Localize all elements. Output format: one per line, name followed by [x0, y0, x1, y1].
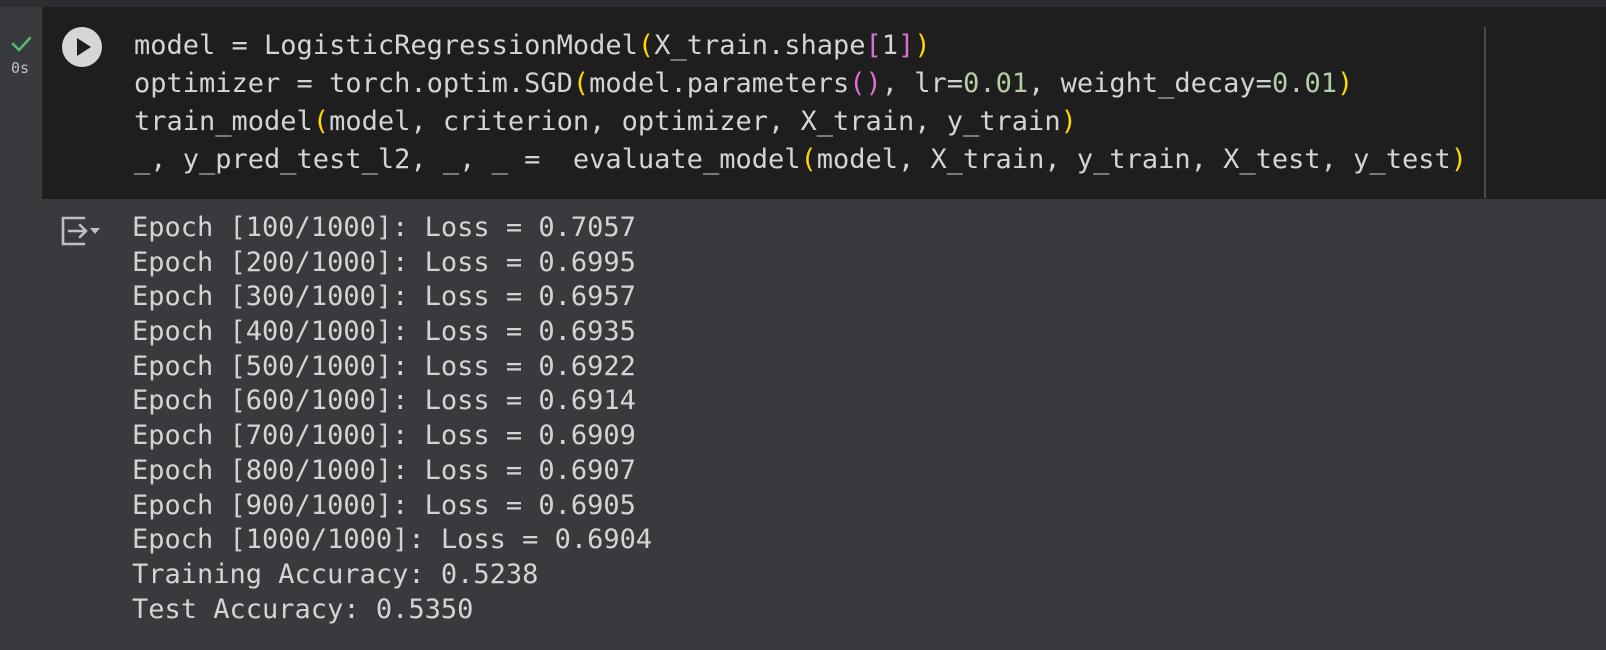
- code-token: 0.01: [1271, 68, 1337, 99]
- cell-output: Epoch [100/1000]: Loss = 0.7057 Epoch [20…: [42, 199, 1606, 650]
- code-token: model, criterion, optimizer, X_train, y_…: [329, 106, 1061, 137]
- output-line: Epoch [100/1000]: Loss = 0.7057: [132, 212, 636, 243]
- checkmark-icon: [11, 36, 32, 52]
- code-token: model = LogisticRegressionModel: [134, 30, 638, 61]
- code-token: , lr=: [881, 68, 964, 99]
- code-token: optimizer = torch.optim.SGD: [134, 68, 573, 99]
- code-token: ): [914, 30, 931, 61]
- run-cell-button[interactable]: [62, 27, 102, 67]
- code-line: model = LogisticRegressionModel(X_train.…: [134, 27, 1467, 65]
- code-token: ): [1060, 106, 1077, 137]
- code-token: (): [849, 68, 882, 99]
- code-token: [: [865, 30, 882, 61]
- output-collapse-icon[interactable]: [60, 213, 104, 249]
- code-line: train_model(model, criterion, optimizer,…: [134, 103, 1467, 141]
- code-token: 0.01: [963, 68, 1029, 99]
- output-line: Epoch [800/1000]: Loss = 0.6907: [132, 454, 636, 486]
- code-token: , weight_decay=: [1028, 68, 1272, 99]
- top-divider: [0, 0, 1606, 7]
- code-token: model.parameters: [589, 68, 850, 99]
- output-line: Test Accuracy: 0.5350: [132, 593, 474, 625]
- code-token: model, X_train, y_train, X_test, y_test: [816, 144, 1451, 175]
- code-token: (: [572, 68, 590, 99]
- code-token: _, y_pred_test_l2, _, _ = evaluate_model: [134, 144, 801, 175]
- output-line: Epoch [900/1000]: Loss = 0.6905: [132, 489, 636, 521]
- code-token: X_train.shape: [654, 30, 866, 61]
- code-token: (: [800, 144, 817, 175]
- output-line: Training Accuracy: 0.5238: [132, 558, 539, 590]
- code-token: ): [1450, 144, 1467, 175]
- code-editor[interactable]: model = LogisticRegressionModel(X_train.…: [134, 27, 1467, 179]
- output-text: Epoch [100/1000]: Loss = 0.7057 Epoch [20…: [132, 211, 652, 627]
- code-token: ): [1336, 68, 1354, 99]
- code-token: train_model: [134, 106, 313, 137]
- notebook-view: 0s model = LogisticRegressionModel(X_tra…: [0, 0, 1606, 650]
- play-icon: [77, 38, 91, 56]
- code-cell[interactable]: model = LogisticRegressionModel(X_train.…: [42, 7, 1606, 199]
- cell-gutter: 0s: [0, 7, 42, 650]
- execution-time: 0s: [10, 59, 30, 77]
- code-token: (: [312, 106, 330, 137]
- output-line: Epoch [500/1000]: Loss = 0.6922: [132, 350, 636, 382]
- output-line: Epoch [400/1000]: Loss = 0.6935: [132, 316, 636, 348]
- code-line: _, y_pred_test_l2, _, _ = evaluate_model…: [134, 141, 1467, 179]
- output-line: Epoch [600/1000]: Loss = 0.6914: [132, 385, 636, 417]
- output-line: Epoch [300/1000]: Loss = 0.6957: [132, 281, 636, 313]
- code-token: (: [637, 30, 655, 61]
- output-line: Epoch [200/1000]: Loss = 0.6995: [132, 246, 636, 278]
- code-token: ]: [898, 30, 915, 61]
- output-line: Epoch [700/1000]: Loss = 0.6909: [132, 420, 636, 452]
- line-length-ruler: [1484, 27, 1486, 198]
- output-line: Epoch [1000/1000]: Loss = 0.6904: [132, 524, 653, 556]
- code-line: optimizer = torch.optim.SGD(model.parame…: [134, 65, 1467, 103]
- code-token: 1: [881, 30, 899, 61]
